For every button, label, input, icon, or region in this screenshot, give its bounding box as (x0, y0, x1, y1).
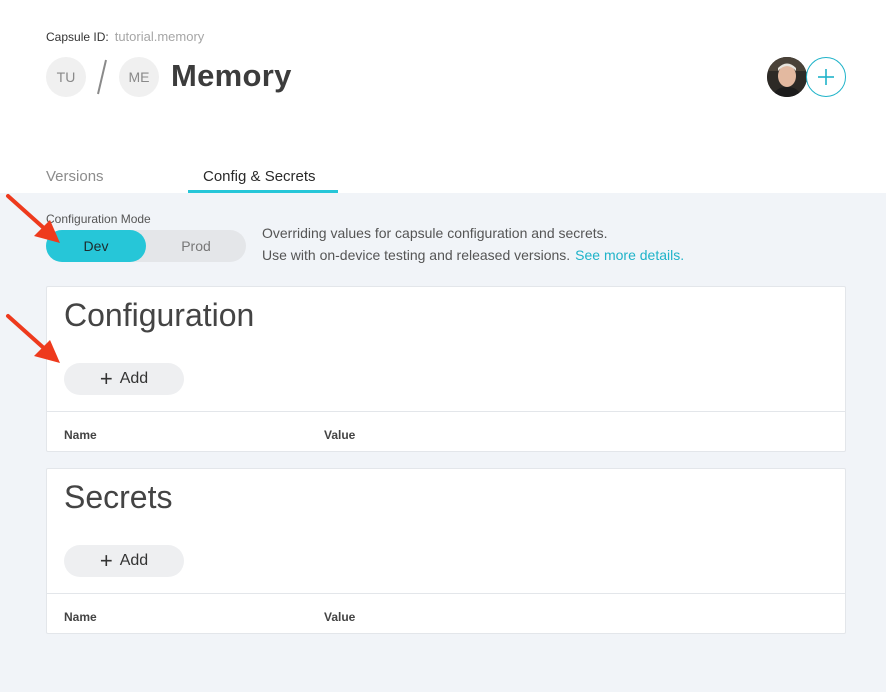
mode-prod-option[interactable]: Prod (146, 230, 246, 262)
mode-description-line2: Use with on-device testing and released … (262, 247, 684, 263)
capsule-id-label: Capsule ID: (46, 30, 109, 44)
plus-icon: + (99, 548, 113, 573)
add-configuration-label: Add (119, 370, 149, 387)
page-header: Capsule ID: tutorial.memory TU ME Memory … (0, 0, 886, 193)
column-header-name: Name (64, 428, 97, 442)
secrets-card: Secrets + Add Name Value (46, 468, 846, 634)
plus-icon: + (99, 366, 113, 391)
mode-description-text: Use with on-device testing and released … (262, 247, 571, 263)
add-secret-label: Add (119, 552, 149, 569)
breadcrumb-separator (97, 59, 107, 95)
column-header-name: Name (64, 610, 97, 624)
arrow-icon (6, 194, 60, 243)
capsule-id: Capsule ID: tutorial.memory (46, 29, 204, 44)
breadcrumb-me[interactable]: ME (119, 57, 159, 97)
add-secret-button[interactable]: + Add (64, 545, 184, 577)
breadcrumb-tu[interactable]: TU (46, 57, 86, 97)
mode-description-line1: Overriding values for capsule configurat… (262, 225, 608, 241)
add-member-button[interactable] (806, 57, 846, 97)
avatar-image (767, 57, 807, 97)
divider (47, 411, 845, 412)
capsule-id-value: tutorial.memory (114, 29, 205, 44)
avatar[interactable] (767, 57, 807, 97)
configuration-title: Configuration (64, 297, 255, 333)
divider (47, 593, 845, 594)
page-title: Memory (171, 58, 292, 93)
configuration-card: Configuration + Add Name Value (46, 286, 846, 452)
plus-icon (818, 69, 834, 85)
arrow-icon (6, 314, 60, 363)
column-header-value: Value (324, 428, 356, 442)
column-header-value: Value (324, 610, 356, 624)
see-more-details-link[interactable]: See more details. (575, 247, 684, 263)
tab-versions[interactable]: Versions (46, 168, 104, 185)
secrets-title: Secrets (64, 479, 173, 515)
tab-config-secrets[interactable]: Config & Secrets (203, 168, 316, 185)
add-configuration-button[interactable]: + Add (64, 363, 184, 395)
